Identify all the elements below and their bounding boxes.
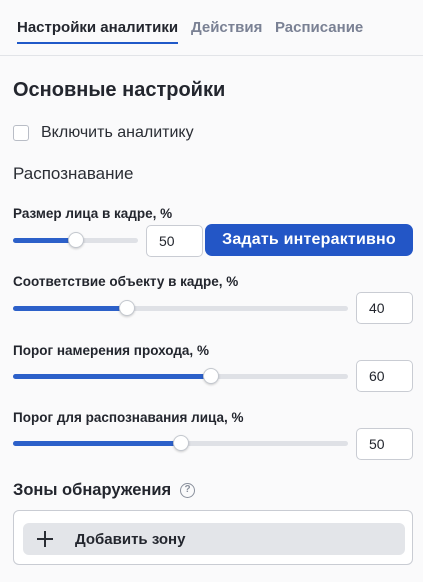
slider-thumb[interactable] bbox=[118, 300, 135, 316]
face-threshold-input[interactable]: 50 bbox=[356, 428, 413, 460]
detection-zones-box: Добавить зону bbox=[13, 510, 413, 565]
set-interactive-button[interactable]: Задать интерактивно bbox=[205, 224, 413, 256]
help-icon[interactable]: ? bbox=[180, 482, 196, 498]
add-zone-label: Добавить зону bbox=[75, 530, 186, 548]
tab-schedule[interactable]: Расписание bbox=[275, 18, 363, 38]
slider-fill bbox=[13, 441, 181, 446]
enable-analytics-checkbox-row[interactable]: Включить аналитику bbox=[13, 123, 194, 143]
tab-bar: Настройки аналитики Действия Расписание bbox=[0, 0, 423, 56]
slider-thumb[interactable] bbox=[67, 232, 84, 248]
slider-fill bbox=[13, 306, 127, 311]
recognition-heading: Распознавание bbox=[13, 164, 134, 183]
pass-intent-label: Порог намерения прохода, % bbox=[13, 343, 209, 358]
enable-analytics-checkbox[interactable] bbox=[13, 125, 29, 141]
face-size-label: Размер лица в кадре, % bbox=[13, 206, 173, 221]
pass-intent-slider[interactable] bbox=[13, 368, 348, 384]
object-match-label: Соответствие объекту в кадре, % bbox=[13, 274, 239, 289]
enable-analytics-label: Включить аналитику bbox=[41, 124, 194, 141]
tab-actions[interactable]: Действия bbox=[191, 18, 262, 38]
tab-analytics-settings[interactable]: Настройки аналитики bbox=[17, 18, 179, 44]
slider-fill bbox=[13, 238, 76, 243]
slider-thumb[interactable] bbox=[202, 368, 219, 384]
face-size-slider[interactable] bbox=[13, 232, 138, 248]
detection-zones-title: Зоны обнаружения bbox=[13, 480, 172, 499]
plus-icon bbox=[37, 531, 53, 547]
pass-intent-input[interactable]: 60 bbox=[356, 360, 413, 392]
add-zone-button[interactable]: Добавить зону bbox=[23, 523, 405, 555]
detection-zones-heading: Зоны обнаружения ? bbox=[13, 480, 196, 500]
slider-thumb[interactable] bbox=[172, 435, 189, 451]
section-title: Основные настройки bbox=[13, 79, 226, 101]
face-threshold-label: Порог для распознавания лица, % bbox=[13, 410, 244, 425]
face-size-input[interactable]: 50 bbox=[146, 225, 203, 257]
face-threshold-slider[interactable] bbox=[13, 435, 348, 451]
object-match-input[interactable]: 40 bbox=[356, 292, 413, 324]
slider-fill bbox=[13, 374, 211, 379]
object-match-slider[interactable] bbox=[13, 300, 348, 316]
